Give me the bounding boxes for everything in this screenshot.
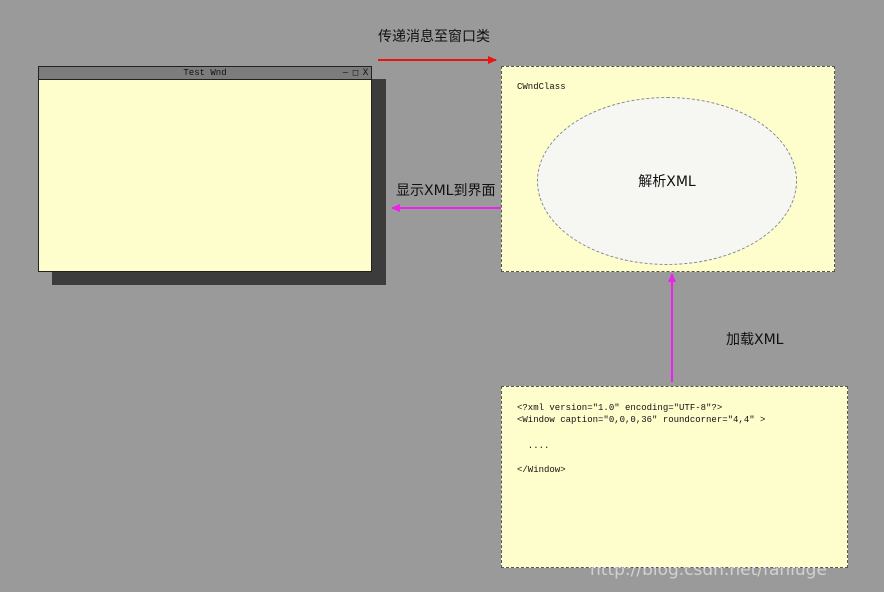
xml-line: <Window caption="0,0,0,36" roundcorner="… bbox=[517, 415, 766, 425]
send-message-label: 传递消息至窗口类 bbox=[378, 29, 490, 45]
test-window: Test Wnd – □ X bbox=[38, 66, 372, 272]
xml-source-box: <?xml version="1.0" encoding="UTF-8"?> <… bbox=[501, 386, 848, 568]
watermark: http://blog.csdn.net/fanluge bbox=[590, 560, 827, 580]
window-class-label: CWndClass bbox=[517, 82, 566, 92]
test-window-titlebar[interactable]: Test Wnd – □ X bbox=[39, 67, 371, 80]
parse-xml-ellipse: 解析XML bbox=[537, 97, 797, 265]
xml-line: </Window> bbox=[517, 465, 566, 475]
xml-line: <?xml version="1.0" encoding="UTF-8"?> bbox=[517, 403, 723, 413]
window-class-box: CWndClass 解析XML bbox=[501, 66, 835, 272]
xml-line: .... bbox=[517, 441, 550, 451]
test-window-title: Test Wnd bbox=[183, 68, 227, 78]
maximize-icon[interactable]: □ bbox=[351, 67, 360, 79]
show-xml-label: 显示XML到界面 bbox=[396, 183, 496, 199]
load-xml-label: 加载XML bbox=[726, 332, 784, 348]
parse-xml-label: 解析XML bbox=[638, 174, 696, 190]
minimize-icon[interactable]: – bbox=[341, 67, 350, 79]
close-icon[interactable]: X bbox=[361, 67, 370, 79]
